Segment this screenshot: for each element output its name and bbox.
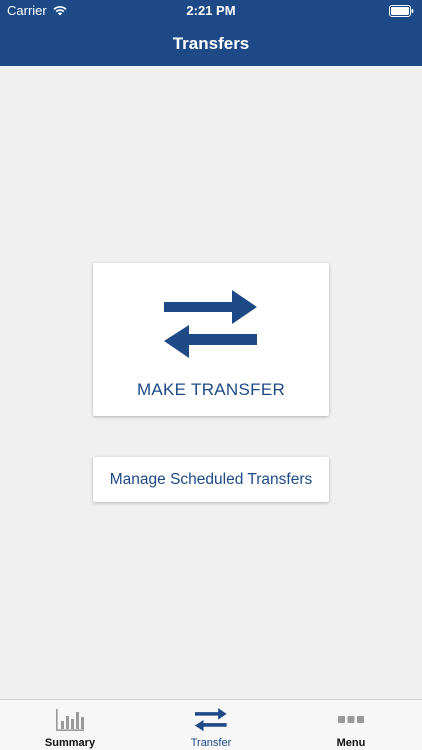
tab-transfer-label: Transfer <box>190 737 232 749</box>
status-bar: Carrier 2:21 PM <box>0 0 422 22</box>
status-time: 2:21 PM <box>186 3 236 18</box>
tab-bar: Summary Transfer Menu <box>0 699 422 750</box>
transfer-arrows-icon <box>164 290 257 358</box>
nav-bar: Transfers <box>0 22 422 66</box>
tab-menu[interactable]: Menu <box>281 700 421 750</box>
make-transfer-button[interactable]: MAKE TRANSFER <box>93 263 329 416</box>
manage-scheduled-transfers-button[interactable]: Manage Scheduled Transfers <box>93 457 329 502</box>
transfer-arrows-icon <box>195 708 227 732</box>
page-title: Transfers <box>172 34 250 53</box>
tab-summary-label: Summary <box>44 737 96 749</box>
tab-transfer[interactable]: Transfer <box>141 700 281 750</box>
main-content: MAKE TRANSFER Manage Scheduled Transfers <box>0 66 422 699</box>
tab-summary[interactable]: Summary <box>0 700 140 750</box>
tab-menu-label: Menu <box>336 737 366 749</box>
bar-chart-icon <box>56 709 84 731</box>
manage-scheduled-transfers-label: Manage Scheduled Transfers <box>109 470 313 488</box>
more-dots-icon <box>338 716 364 723</box>
make-transfer-label: MAKE TRANSFER <box>136 380 286 399</box>
battery-icon <box>389 5 414 17</box>
